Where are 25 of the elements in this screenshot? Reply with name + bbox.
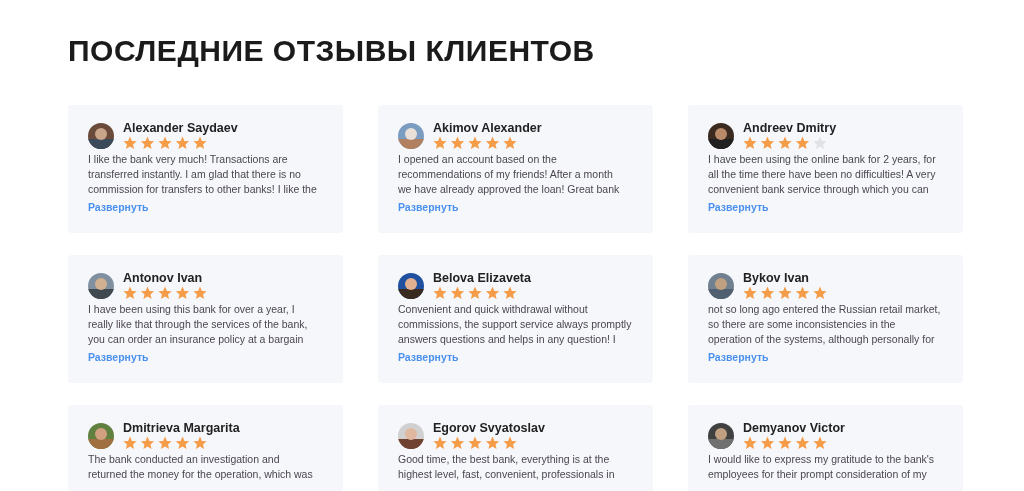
reviewer-name: Dmitrieva Margarita	[123, 421, 240, 436]
reviewer-name: Bykov Ivan	[743, 271, 810, 286]
expand-link[interactable]: Развернуть	[88, 201, 149, 213]
section-heading: ПОСЛЕДНИЕ ОТЗЫВЫ КЛИЕНТОВ	[68, 33, 596, 69]
expand-link[interactable]: Развернуть	[708, 351, 769, 363]
reviewer-name: Egorov Svyatoslav	[433, 421, 545, 436]
reviewer-name: Demyanov Victor	[743, 421, 845, 436]
review-text: I would like to express my gratitude to the bank's employees for their prompt consideration of my	[708, 452, 936, 482]
expand-link[interactable]: Развернуть	[398, 201, 459, 213]
review-text: I like the bank very much! Transactions are transferred instantly. I am glad that there is no commission for transfers to other banks! I like the	[88, 152, 318, 197]
review-text: I have been using the online bank for 2 years, for all the time there have been no difficulties! A very convenient bank service through which you can	[708, 152, 937, 197]
review-text: The bank conducted an investigation and returned the money for the operation, which was	[88, 452, 314, 482]
review-text: Convenient and quick withdrawal without commissions, the support service always promptly answers questions and helps in any question! I	[398, 302, 633, 347]
reviewer-name: Belova Elizaveta	[433, 271, 531, 286]
reviewer-name: Antonov Ivan	[123, 271, 204, 286]
expand-link[interactable]: Развернуть	[398, 351, 459, 363]
expand-link[interactable]: Развернуть	[708, 201, 769, 213]
review-text: I opened an account based on the recommendations of my friends! After a month we have already approved the loan! Great bank	[398, 152, 621, 197]
reviewer-name: Andreev Dmitry	[743, 121, 837, 136]
reviewer-name: Akimov Alexander	[433, 121, 542, 136]
review-text: not so long ago entered the Russian retail market, so there are some inconsistencies in the operation of the systems, although personally for	[708, 302, 942, 347]
review-text: Good time, the best bank, everything is at the highest level, fast, convenient, professionals in	[398, 452, 616, 482]
expand-link[interactable]: Развернуть	[88, 351, 149, 363]
reviewer-name: Alexander Saydaev	[123, 121, 238, 136]
review-text: I have been using this bank for over a year, I really like that through the services of the bank, you can order an insurance policy at a bargain	[88, 302, 309, 347]
